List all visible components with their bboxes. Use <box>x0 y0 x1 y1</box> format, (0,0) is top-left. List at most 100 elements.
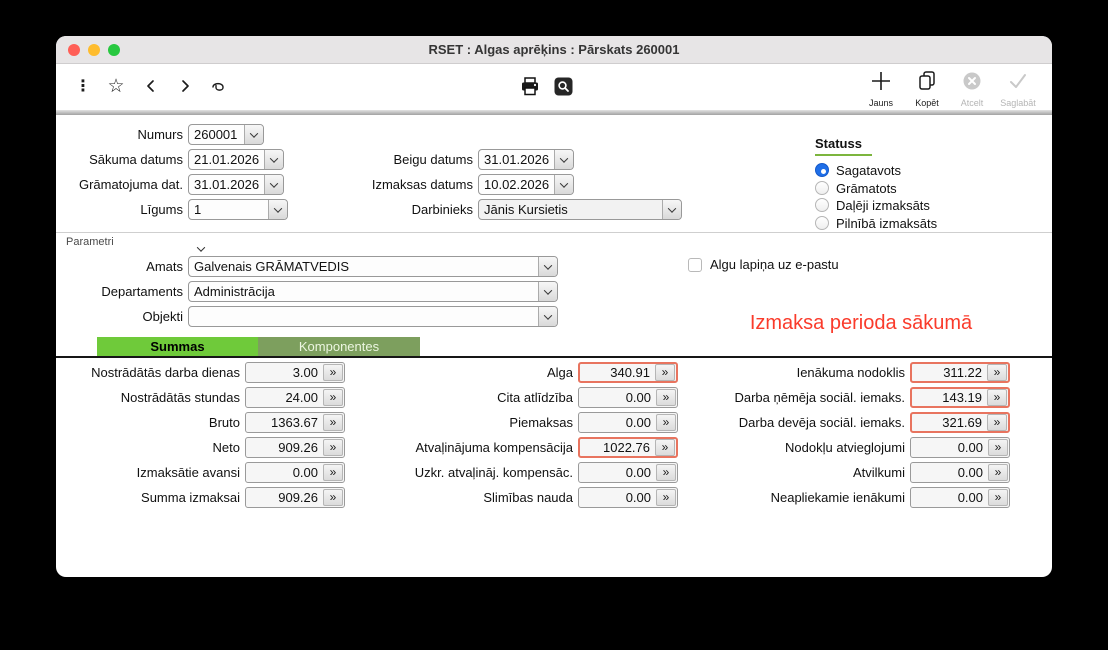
amount-field[interactable]: 24.00 » <box>245 387 345 408</box>
chevron-down-icon[interactable] <box>554 175 573 194</box>
expand-icon[interactable]: » <box>988 464 1008 481</box>
amount-field[interactable]: 340.91 » <box>578 362 678 383</box>
status-option-pilniba-izmaksats[interactable]: Pilnībā izmaksāts <box>815 215 937 231</box>
amount-field[interactable]: 3.00 » <box>245 362 345 383</box>
cancel-button[interactable]: Atcelt <box>950 70 994 108</box>
chevron-down-icon[interactable] <box>538 307 557 326</box>
title-bar: RSET : Algas aprēķins : Pārskats 260001 <box>56 36 1052 64</box>
objekti-combobox[interactable] <box>188 306 558 327</box>
close-window-button[interactable] <box>68 44 80 56</box>
amount-field[interactable]: 0.00 » <box>578 387 678 408</box>
parametri-collapse-icon[interactable] <box>198 239 204 257</box>
amount-field[interactable]: 0.00 » <box>578 462 678 483</box>
new-record-label: Jauns <box>869 98 893 108</box>
amount-field[interactable]: 0.00 » <box>578 487 678 508</box>
expand-icon[interactable]: » <box>987 364 1007 381</box>
attachment-paperclip-icon[interactable] <box>206 73 232 99</box>
ligums-combobox[interactable]: 1 <box>188 199 288 220</box>
expand-icon[interactable]: » <box>323 364 343 381</box>
status-option-daleji-izmaksats[interactable]: Daļēji izmaksāts <box>815 197 930 213</box>
field-label: Nostrādātās stundas <box>60 390 240 405</box>
field-row-deveja-social: Darba devēja sociāl. iemaks. 321.69 » <box>725 412 1010 433</box>
numurs-combobox[interactable]: 260001 <box>188 124 264 145</box>
sakuma-datums-combobox[interactable]: 21.01.2026 <box>188 149 284 170</box>
copy-button[interactable]: Kopēt <box>905 70 949 108</box>
chevron-down-icon[interactable] <box>554 150 573 169</box>
zoom-window-button[interactable] <box>108 44 120 56</box>
gramatojuma-dat-value: 31.01.2026 <box>194 177 259 192</box>
amount-field[interactable]: 1022.76 » <box>578 437 678 458</box>
chevron-down-icon[interactable] <box>264 150 283 169</box>
amount-field[interactable]: 1363.67 » <box>245 412 345 433</box>
amount-field[interactable]: 0.00 » <box>910 462 1010 483</box>
beigu-datums-combobox[interactable]: 31.01.2026 <box>478 149 574 170</box>
forward-icon[interactable] <box>172 73 198 99</box>
status-option-label: Pilnībā izmaksāts <box>836 216 937 231</box>
field-label: Slimības nauda <box>393 490 573 505</box>
radio-icon[interactable] <box>815 216 829 230</box>
menu-kebab-icon[interactable]: ⋮ <box>70 73 96 99</box>
status-option-sagatavots[interactable]: Sagatavots <box>815 162 901 178</box>
numurs-value: 260001 <box>194 127 237 142</box>
amount-field[interactable]: 0.00 » <box>910 437 1010 458</box>
field-row-cita-atlidziba: Cita atlīdzība 0.00 » <box>393 387 678 408</box>
amount-field[interactable]: 0.00 » <box>910 487 1010 508</box>
field-label: Nodokļu atvieglojumi <box>725 440 905 455</box>
gramatojuma-dat-combobox[interactable]: 31.01.2026 <box>188 174 284 195</box>
izmaksas-datums-combobox[interactable]: 10.02.2026 <box>478 174 574 195</box>
expand-icon[interactable]: » <box>323 464 343 481</box>
darbinieks-combobox[interactable]: Jānis Kursietis <box>478 199 682 220</box>
epastu-checkbox-row[interactable]: Algu lapiņa uz e-pastu <box>688 257 839 272</box>
amount-field[interactable]: 143.19 » <box>910 387 1010 408</box>
chevron-down-icon[interactable] <box>244 125 263 144</box>
star-glyph: ☆ <box>107 75 124 98</box>
back-icon[interactable] <box>138 73 164 99</box>
expand-icon[interactable]: » <box>987 389 1007 406</box>
favorite-star-icon[interactable]: ☆ <box>103 73 129 99</box>
chevron-down-icon[interactable] <box>264 175 283 194</box>
chevron-down-icon[interactable] <box>662 200 681 219</box>
expand-icon[interactable]: » <box>655 364 675 381</box>
expand-icon[interactable]: » <box>323 489 343 506</box>
amount-field[interactable]: 321.69 » <box>910 412 1010 433</box>
expand-icon[interactable]: » <box>988 489 1008 506</box>
expand-icon[interactable]: » <box>323 439 343 456</box>
expand-icon[interactable]: » <box>988 439 1008 456</box>
amats-combobox[interactable]: Galvenais GRĀMATVEDIS <box>188 256 558 277</box>
expand-icon[interactable]: » <box>987 414 1007 431</box>
expand-icon[interactable]: » <box>655 439 675 456</box>
ligums-label: Līgums <box>58 202 183 217</box>
chevron-down-icon[interactable] <box>268 200 287 219</box>
amount-field[interactable]: 0.00 » <box>245 462 345 483</box>
field-label: Piemaksas <box>393 415 573 430</box>
sakuma-datums-label: Sākuma datums <box>58 152 183 167</box>
tab-summas[interactable]: Summas <box>97 337 258 356</box>
preview-search-icon[interactable] <box>550 73 576 99</box>
radio-icon[interactable] <box>815 181 829 195</box>
save-button[interactable]: Saglabāt <box>996 70 1040 108</box>
checkbox-icon[interactable] <box>688 258 702 272</box>
amount-field[interactable]: 311.22 » <box>910 362 1010 383</box>
minimize-window-button[interactable] <box>88 44 100 56</box>
chevron-down-icon[interactable] <box>538 257 557 276</box>
expand-icon[interactable]: » <box>323 414 343 431</box>
radio-icon[interactable] <box>815 198 829 212</box>
amount-value: 24.00 <box>246 390 323 405</box>
amount-value: 340.91 <box>580 365 655 380</box>
amount-field[interactable]: 909.26 » <box>245 437 345 458</box>
new-record-button[interactable]: Jauns <box>859 70 903 108</box>
expand-icon[interactable]: » <box>656 489 676 506</box>
expand-icon[interactable]: » <box>656 389 676 406</box>
tab-komponentes[interactable]: Komponentes <box>258 337 420 356</box>
departaments-combobox[interactable]: Administrācija <box>188 281 558 302</box>
print-icon[interactable] <box>517 73 543 99</box>
expand-icon[interactable]: » <box>656 414 676 431</box>
amount-field[interactable]: 909.26 » <box>245 487 345 508</box>
status-option-gramatots[interactable]: Grāmatots <box>815 180 897 196</box>
expand-icon[interactable]: » <box>656 464 676 481</box>
radio-icon[interactable] <box>815 163 829 177</box>
chevron-down-icon[interactable] <box>538 282 557 301</box>
amount-value: 0.00 <box>579 490 656 505</box>
expand-icon[interactable]: » <box>323 389 343 406</box>
amount-field[interactable]: 0.00 » <box>578 412 678 433</box>
